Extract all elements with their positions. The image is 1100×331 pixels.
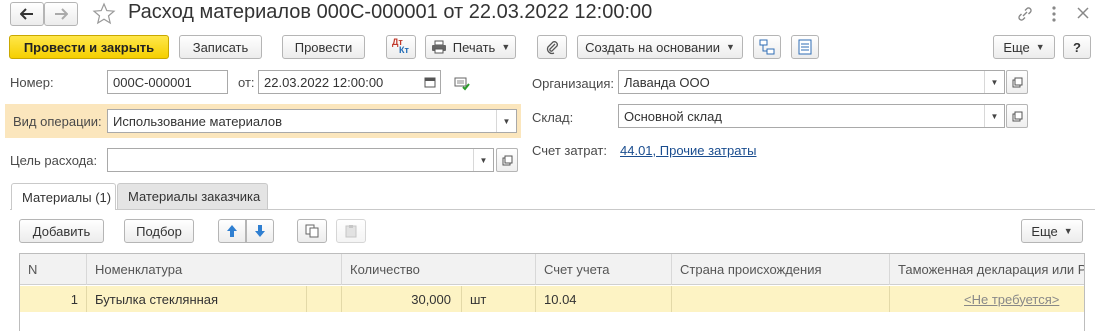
more-button[interactable]: Еще ▼ xyxy=(993,35,1055,59)
organization-label: Организация: xyxy=(532,76,615,91)
column-header-account[interactable]: Счет учета xyxy=(536,254,672,285)
forward-button[interactable] xyxy=(44,2,78,26)
operation-field[interactable]: Использование материалов ▼ xyxy=(107,109,517,133)
back-button[interactable] xyxy=(10,2,44,26)
paste-button[interactable] xyxy=(336,219,366,243)
organization-open-button[interactable] xyxy=(1006,70,1028,94)
cost-account-link[interactable]: 44.01, Прочие затраты xyxy=(620,143,756,158)
cell-country[interactable] xyxy=(672,286,890,312)
tab-materials[interactable]: Материалы (1) xyxy=(11,183,116,210)
arrow-down-icon xyxy=(255,225,265,237)
dt-kt-icon: Дт Кт xyxy=(392,37,409,55)
cell-qty[interactable]: 30,000 xyxy=(342,286,462,312)
column-header-item[interactable]: Номенклатура xyxy=(87,254,342,285)
structure-icon xyxy=(759,39,775,55)
number-field[interactable]: 000С-000001 xyxy=(107,70,228,94)
menu-dots-icon[interactable] xyxy=(1048,4,1060,24)
tab-strip-line xyxy=(10,209,1095,210)
cell-customs[interactable]: <Не требуется> xyxy=(890,286,1084,312)
arrow-right-icon xyxy=(55,8,68,20)
favorite-star-icon[interactable] xyxy=(92,2,118,26)
column-header-country[interactable]: Страна происхождения xyxy=(672,254,890,285)
chevron-down-icon: ▼ xyxy=(1063,226,1073,236)
cell-unit[interactable]: шт xyxy=(462,286,536,312)
close-icon[interactable] xyxy=(1076,6,1090,20)
chevron-down-icon: ▼ xyxy=(725,42,735,52)
move-up-button[interactable] xyxy=(218,219,246,243)
chevron-down-icon: ▼ xyxy=(501,42,511,52)
chevron-down-icon[interactable]: ▼ xyxy=(496,110,516,132)
chevron-down-icon[interactable]: ▼ xyxy=(984,105,1004,127)
cell-item[interactable]: Бутылка стеклянная xyxy=(87,286,307,312)
help-button[interactable]: ? xyxy=(1063,35,1091,59)
window-title: Расход материалов 000С-000001 от 22.03.2… xyxy=(128,1,653,23)
open-icon xyxy=(502,155,512,165)
number-label: Номер: xyxy=(10,75,54,90)
add-button[interactable]: Добавить xyxy=(19,219,104,243)
purpose-field[interactable]: ▼ xyxy=(107,148,494,172)
post-button[interactable]: Провести xyxy=(282,35,365,59)
warehouse-field[interactable]: Основной склад ▼ xyxy=(618,104,1005,128)
printer-icon xyxy=(431,40,446,54)
chevron-down-icon: ▼ xyxy=(1035,42,1045,52)
create-based-on-button[interactable]: Создать на основании ▼ xyxy=(577,35,743,59)
arrow-up-icon xyxy=(227,225,237,237)
print-button[interactable]: Печать ▼ xyxy=(425,35,516,59)
structure-button[interactable] xyxy=(753,35,781,59)
open-icon xyxy=(1012,111,1022,121)
cell-n[interactable]: 1 xyxy=(20,286,87,312)
open-icon xyxy=(1012,77,1022,87)
link-icon[interactable] xyxy=(1016,5,1034,23)
arrow-left-icon xyxy=(20,8,33,20)
copy-button[interactable] xyxy=(297,219,327,243)
calendar-icon[interactable] xyxy=(420,71,440,93)
paperclip-icon xyxy=(546,41,558,55)
purpose-label: Цель расхода: xyxy=(10,153,98,168)
column-header-qty[interactable]: Количество xyxy=(342,254,536,285)
list-document-icon xyxy=(798,39,812,55)
dt-kt-button[interactable]: Дт Кт xyxy=(386,35,416,59)
warehouse-label: Склад: xyxy=(532,110,574,125)
paste-icon xyxy=(345,225,357,238)
purpose-open-button[interactable] xyxy=(496,148,518,172)
document-status-icon xyxy=(454,75,470,91)
post-and-close-button[interactable]: Провести и закрыть xyxy=(9,35,169,59)
move-down-button[interactable] xyxy=(246,219,274,243)
select-button[interactable]: Подбор xyxy=(124,219,194,243)
date-label: от: xyxy=(238,75,255,90)
cell-item-extra[interactable] xyxy=(307,286,342,312)
warehouse-open-button[interactable] xyxy=(1006,104,1028,128)
save-button[interactable]: Записать xyxy=(179,35,262,59)
copy-icon xyxy=(305,224,319,238)
chevron-down-icon[interactable]: ▼ xyxy=(984,71,1004,93)
column-header-n[interactable]: N xyxy=(20,254,87,285)
cost-account-label: Счет затрат: xyxy=(532,143,607,158)
tab-customer-materials[interactable]: Материалы заказчика xyxy=(117,183,268,209)
date-field[interactable]: 22.03.2022 12:00:00 xyxy=(258,70,441,94)
journal-button[interactable] xyxy=(791,35,819,59)
attach-button[interactable] xyxy=(537,35,567,59)
operation-label: Вид операции: xyxy=(13,114,102,129)
column-header-customs[interactable]: Таможенная декларация или Р xyxy=(890,254,1084,285)
organization-field[interactable]: Лаванда ООО ▼ xyxy=(618,70,1005,94)
chevron-down-icon[interactable]: ▼ xyxy=(473,149,493,171)
cell-account[interactable]: 10.04 xyxy=(536,286,672,312)
table-more-button[interactable]: Еще ▼ xyxy=(1021,219,1083,243)
